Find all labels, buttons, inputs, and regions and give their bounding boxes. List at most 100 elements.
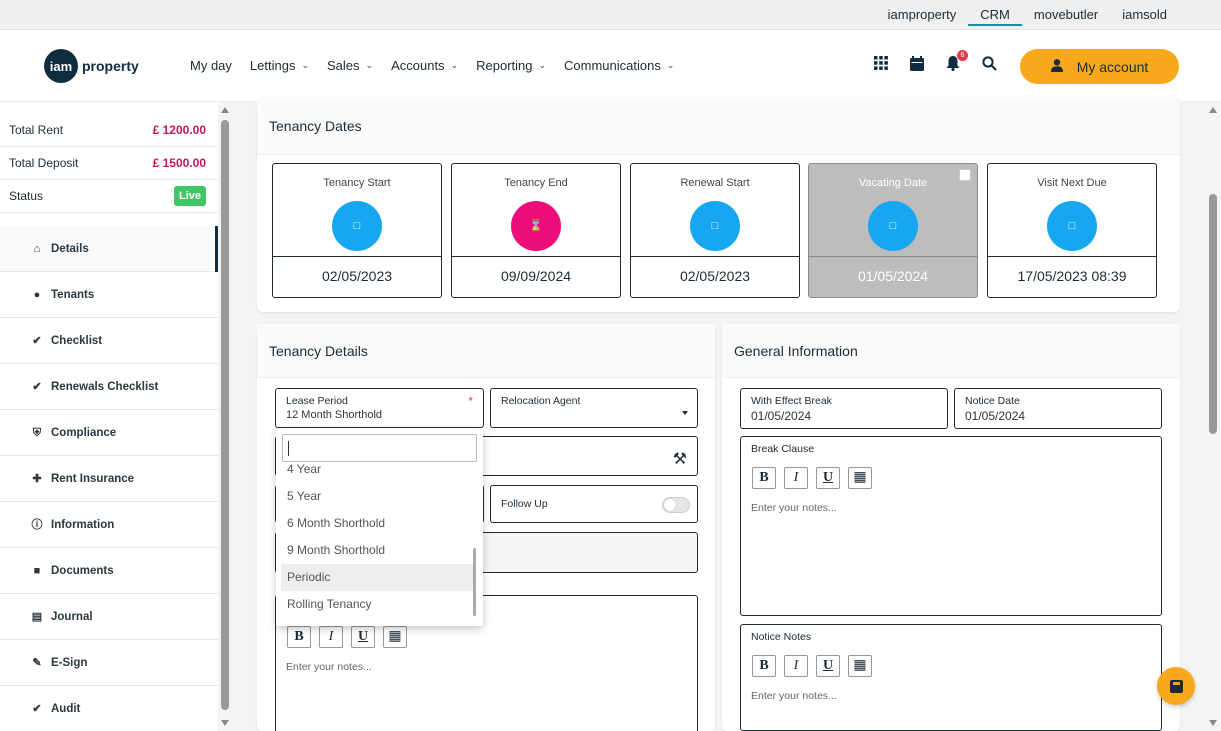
date-box-renewal-start[interactable]: Renewal Start □ 02/05/2023 — [630, 163, 800, 298]
apps-grid-icon[interactable] — [872, 56, 890, 74]
underline-button[interactable]: U — [351, 626, 375, 648]
sidebar-item-label: Documents — [51, 564, 114, 577]
bold-button[interactable]: B — [752, 467, 776, 489]
dropdown-option[interactable]: 5 Year — [281, 483, 475, 510]
underline-button[interactable]: U — [816, 467, 840, 489]
nav-label: My day — [190, 58, 232, 73]
nav-accounts[interactable]: Accounts ⌄ — [391, 58, 458, 73]
sidebar-item-checklist[interactable]: ✔ Checklist — [0, 318, 218, 364]
brand-link-movebutler[interactable]: movebutler — [1022, 7, 1110, 26]
fullscreen-icon[interactable]: ▦ — [848, 467, 872, 489]
tenancy-dates-title: Tenancy Dates — [257, 98, 1180, 155]
nav-label: Communications — [564, 58, 661, 73]
lease-period-select[interactable]: Lease Period * 12 Month Shorthold — [275, 388, 484, 428]
sidebar-item-audit[interactable]: ✔ Audit — [0, 686, 218, 731]
sidebar-item-e-sign[interactable]: ✎ E-Sign — [0, 640, 218, 686]
scroll-down-icon[interactable] — [1209, 720, 1217, 726]
brand-link-iamproperty[interactable]: iamproperty — [876, 7, 969, 26]
notes-placeholder: Enter your notes... — [286, 661, 372, 673]
scrollbar-thumb[interactable] — [1209, 194, 1217, 434]
date-label: Tenancy Start — [323, 177, 391, 189]
save-icon — [1169, 679, 1183, 693]
fullscreen-icon[interactable]: ▦ — [383, 626, 407, 648]
underline-button[interactable]: U — [816, 655, 840, 677]
main-header: iam property My day Lettings ⌄ Sales ⌄ Acc… — [0, 30, 1221, 102]
follow-up-toggle[interactable] — [662, 497, 690, 513]
logo[interactable]: iam property — [44, 49, 139, 83]
with-effect-break-field[interactable]: With Effect Break 01/05/2024 — [740, 388, 948, 429]
notice-notes-editor[interactable]: Notice Notes B I U ▦ Enter your notes... — [740, 624, 1162, 731]
nav-my-day[interactable]: My day — [190, 58, 232, 73]
vacating-date-checkbox[interactable] — [959, 169, 971, 181]
sidebar-item-rent-insurance[interactable]: ✚ Rent Insurance — [0, 456, 218, 502]
sidebar-item-label: E-Sign — [51, 656, 88, 669]
date-box-visit-next-due[interactable]: Visit Next Due □ 17/05/2023 08:39 — [987, 163, 1157, 298]
journal-icon: ▤ — [31, 610, 43, 623]
sidebar-item-label: Rent Insurance — [51, 472, 135, 485]
sidebar-item-details[interactable]: ⌂ Details — [0, 226, 218, 272]
calendar-icon[interactable] — [908, 56, 926, 74]
bell-icon[interactable]: 6 — [944, 50, 968, 74]
info-icon: ⓘ — [31, 518, 43, 531]
dropdown-search-input[interactable] — [282, 434, 477, 462]
sidebar-item-tenants[interactable]: ● Tenants — [0, 272, 218, 318]
chevron-down-icon: ⌄ — [538, 60, 547, 70]
scroll-up-icon[interactable] — [1209, 107, 1217, 113]
lease-period-dropdown: 4 Year 5 Year 6 Month Shorthold 9 Month … — [276, 428, 483, 626]
italic-button[interactable]: I — [784, 655, 808, 677]
notice-date-field[interactable]: Notice Date 01/05/2024 — [954, 388, 1162, 429]
scroll-down-icon[interactable] — [221, 720, 229, 726]
brand-link-iamsold[interactable]: iamsold — [1110, 7, 1179, 26]
calendar-check-icon: □ — [1047, 201, 1097, 251]
sidebar-item-renewals-checklist[interactable]: ✔ Renewals Checklist — [0, 364, 218, 410]
dropdown-option-highlighted[interactable]: Periodic — [281, 564, 475, 591]
sidebar-item-label: Checklist — [51, 334, 103, 347]
my-account-button[interactable]: My account — [1020, 49, 1179, 84]
follow-up-label: Follow Up — [501, 498, 548, 510]
editor-toolbar: B I U ▦ — [752, 655, 872, 677]
nav-communications[interactable]: Communications ⌄ — [564, 58, 674, 73]
scroll-up-icon[interactable] — [221, 107, 229, 113]
break-clause-editor[interactable]: Break Clause B I U ▦ Enter your notes... — [740, 436, 1162, 616]
sidebar-item-compliance[interactable]: ⛨ Compliance — [0, 410, 218, 456]
save-button[interactable] — [1157, 667, 1195, 705]
dropdown-scrollbar[interactable] — [473, 548, 476, 616]
date-label: Renewal Start — [680, 177, 750, 189]
caret-down-icon — [682, 411, 688, 415]
notes-placeholder: Enter your notes... — [751, 502, 837, 514]
with-effect-break-label: With Effect Break — [751, 395, 832, 407]
sidebar-item-label: Journal — [51, 610, 93, 623]
relocation-agent-select[interactable]: Relocation Agent — [490, 388, 698, 428]
scrollbar-thumb[interactable] — [221, 120, 229, 710]
date-value: 02/05/2023 — [679, 268, 751, 284]
dropdown-option[interactable]: Rolling Tenancy — [281, 591, 475, 618]
sidebar-scrollbar[interactable] — [218, 102, 232, 731]
tools-icon[interactable]: ⚒ — [673, 449, 687, 469]
search-icon[interactable] — [980, 56, 998, 74]
lease-period-value: 12 Month Shorthold — [286, 409, 383, 421]
fullscreen-icon[interactable]: ▦ — [848, 655, 872, 677]
nav-reporting[interactable]: Reporting ⌄ — [476, 58, 546, 73]
calendar-icon: □ — [332, 201, 382, 251]
dropdown-option[interactable]: 9 Month Shorthold — [281, 537, 475, 564]
check-circle-icon: ✔ — [32, 702, 42, 715]
bold-button[interactable]: B — [287, 626, 311, 648]
follow-up-toggle-field[interactable]: Follow Up — [490, 485, 698, 523]
nav-sales[interactable]: Sales ⌄ — [327, 58, 373, 73]
brand-link-crm[interactable]: CRM — [968, 7, 1022, 26]
dropdown-option[interactable]: 6 Month Shorthold — [281, 510, 475, 537]
sidebar-item-label: Compliance — [51, 426, 117, 439]
sidebar-item-journal[interactable]: ▤ Journal — [0, 594, 218, 640]
italic-button[interactable]: I — [319, 626, 343, 648]
main-scrollbar[interactable] — [1205, 102, 1221, 731]
check-circle-icon: ✔ — [32, 380, 42, 393]
nav-lettings[interactable]: Lettings ⌄ — [250, 58, 309, 73]
bold-button[interactable]: B — [752, 655, 776, 677]
dropdown-option[interactable]: 4 Year — [281, 460, 475, 480]
sidebar-item-information[interactable]: ⓘ Information — [0, 502, 218, 548]
sidebar-item-documents[interactable]: ■ Documents — [0, 548, 218, 594]
date-box-tenancy-start[interactable]: Tenancy Start □ 02/05/2023 — [272, 163, 442, 298]
date-box-vacating-date[interactable]: Vacating Date □ 01/05/2024 — [808, 163, 978, 298]
italic-button[interactable]: I — [784, 467, 808, 489]
date-box-tenancy-end[interactable]: Tenancy End ⌛ 09/09/2024 — [451, 163, 621, 298]
